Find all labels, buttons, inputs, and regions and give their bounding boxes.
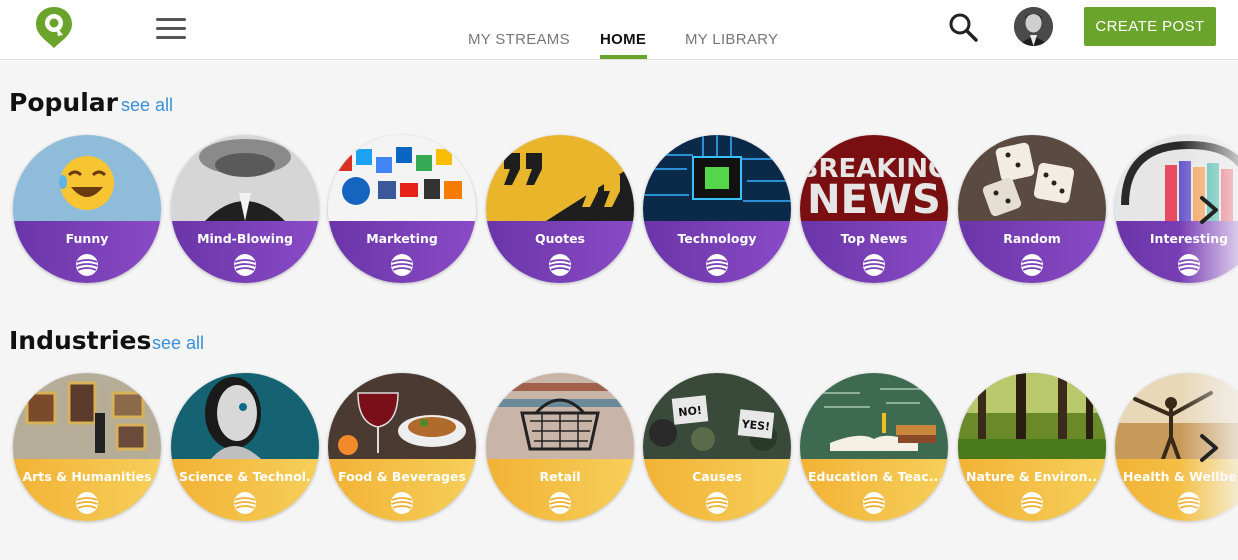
chevron-right-icon[interactable] <box>1190 190 1230 230</box>
stream-label: Top News <box>840 231 908 246</box>
industry-label: Science & Technol... <box>179 469 311 484</box>
top-news-image: BREAKING NEWS <box>800 135 948 221</box>
globe-icon <box>76 254 98 276</box>
tab-my-library[interactable]: MY LIBRARY <box>685 31 778 48</box>
globe-icon <box>706 254 728 276</box>
stream-funny[interactable]: Funny <box>13 135 161 283</box>
arts-image <box>13 373 161 459</box>
stream-marketing[interactable]: Marketing <box>328 135 476 283</box>
top-navigation-bar: MY STREAMS HOME MY LIBRARY CREATE POST <box>0 0 1238 60</box>
avatar[interactable] <box>1014 7 1053 46</box>
menu-icon[interactable] <box>156 18 188 40</box>
search-icon[interactable] <box>946 10 980 44</box>
globe-icon <box>234 492 256 514</box>
news-text: NEWS <box>807 177 941 221</box>
globe-icon <box>1021 492 1043 514</box>
random-image <box>958 135 1106 221</box>
globe-icon <box>1021 254 1043 276</box>
funny-image <box>13 135 161 221</box>
popular-see-all-link[interactable]: see all <box>121 95 173 116</box>
logo-icon[interactable] <box>34 5 74 49</box>
globe-icon <box>706 492 728 514</box>
industry-label: Arts & Humanities <box>22 469 152 484</box>
science-image <box>171 373 319 459</box>
stream-label: Technology <box>677 231 757 246</box>
tab-my-streams[interactable]: MY STREAMS <box>468 31 570 48</box>
industry-label: Food & Beverages <box>338 469 466 484</box>
industry-label: Causes <box>692 469 742 484</box>
stream-label: Quotes <box>534 231 585 246</box>
industry-label: Nature & Environ... <box>966 469 1098 484</box>
tab-home[interactable]: HOME <box>600 31 646 48</box>
marketing-image <box>328 135 476 221</box>
industry-arts-humanities[interactable]: Arts & Humanities <box>13 373 161 521</box>
globe-icon <box>391 492 413 514</box>
industry-food-beverages[interactable]: Food & Beverages <box>328 373 476 521</box>
causes-image: NO! YES! <box>643 373 791 459</box>
nature-image <box>958 373 1106 459</box>
food-image <box>328 373 476 459</box>
industry-causes[interactable]: NO! YES! Causes <box>643 373 791 521</box>
industry-education-teaching[interactable]: Education & Teac... <box>800 373 948 521</box>
stream-mind-blowing[interactable]: Mind-Blowing <box>171 135 319 283</box>
industries-section-title: Industries <box>9 326 152 355</box>
industry-label: Retail <box>539 469 581 484</box>
stream-top-news[interactable]: BREAKING NEWS Top News <box>800 135 948 283</box>
education-image <box>800 373 948 459</box>
no-sign-text: NO! <box>678 404 703 419</box>
stream-quotes[interactable]: Quotes <box>486 135 634 283</box>
stream-label: Mind-Blowing <box>197 231 293 246</box>
globe-icon <box>549 492 571 514</box>
active-tab-indicator <box>600 55 647 59</box>
chevron-right-icon[interactable] <box>1190 428 1230 468</box>
stream-label: Funny <box>65 231 109 246</box>
industry-retail[interactable]: Retail <box>486 373 634 521</box>
globe-icon <box>391 254 413 276</box>
globe-icon <box>234 254 256 276</box>
globe-icon <box>863 254 885 276</box>
quotes-image <box>486 135 634 221</box>
mind-blowing-image <box>171 135 319 221</box>
globe-icon <box>863 492 885 514</box>
globe-icon <box>549 254 571 276</box>
industry-nature-environment[interactable]: Nature & Environ... <box>958 373 1106 521</box>
create-post-button[interactable]: CREATE POST <box>1084 7 1216 46</box>
popular-section-title: Popular <box>9 88 118 117</box>
industry-science-technology[interactable]: Science & Technol... <box>171 373 319 521</box>
industry-label: Education & Teac... <box>808 469 940 484</box>
stream-label: Marketing <box>366 231 438 246</box>
industries-see-all-link[interactable]: see all <box>152 333 204 354</box>
retail-image <box>486 373 634 459</box>
stream-label: Random <box>1003 231 1061 246</box>
stream-random[interactable]: Random <box>958 135 1106 283</box>
technology-image <box>643 135 791 221</box>
stream-technology[interactable]: Technology <box>643 135 791 283</box>
globe-icon <box>76 492 98 514</box>
